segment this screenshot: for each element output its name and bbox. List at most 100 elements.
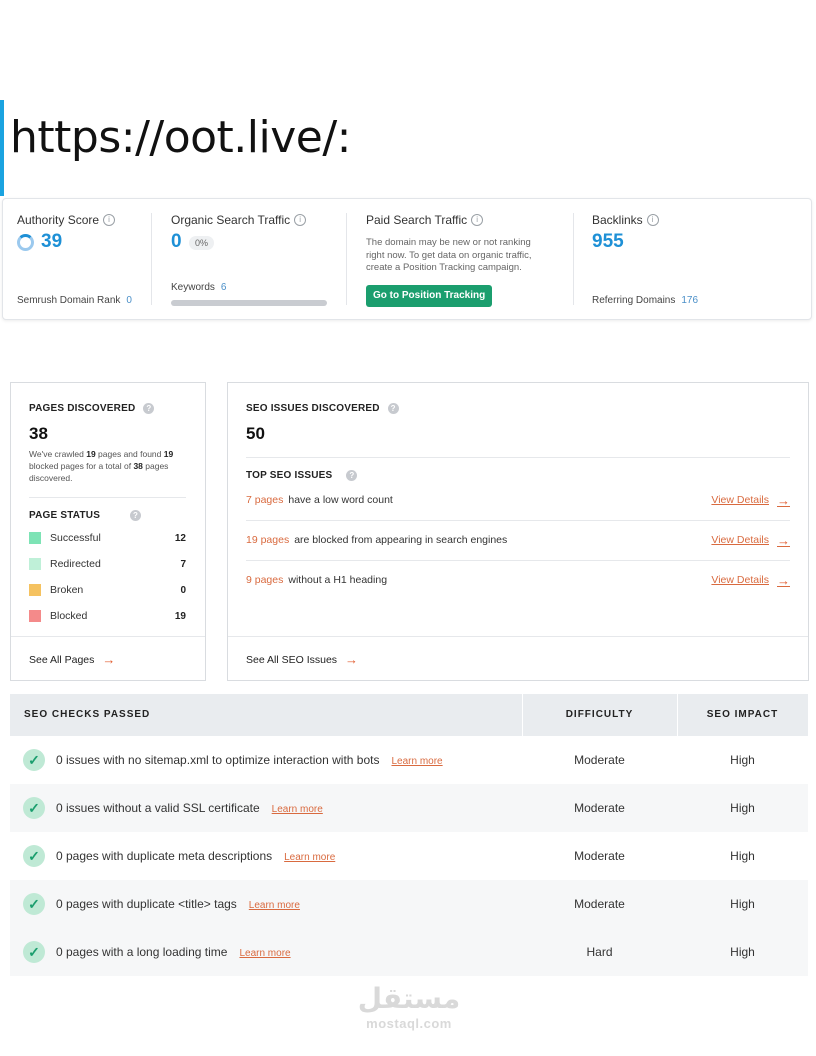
status-row-redirected[interactable]: Redirected 7 [29, 555, 186, 573]
impact-value: High [730, 753, 755, 767]
divider [346, 213, 347, 305]
info-icon[interactable]: i [646, 214, 659, 226]
see-all-seo-issues-link[interactable]: See All SEO Issues → [246, 652, 358, 667]
check-text: 0 issues without a valid SSL certificate… [56, 784, 323, 832]
view-details-link[interactable]: View Details → [711, 533, 790, 548]
seo-checks-table: SEO CHECKS PASSED DIFFICULTY SEO IMPACT … [10, 694, 808, 976]
arrow-right-icon: → [345, 652, 359, 667]
paid-traffic-title: Paid Search Traffic [366, 213, 468, 227]
pages-discovered-card: PAGES DISCOVERED ? 38 We've crawled 19 p… [10, 382, 206, 681]
referring-domains-value[interactable]: 176 [681, 295, 698, 306]
issue-description: are blocked from appearing in search eng… [294, 534, 508, 546]
backlinks-label: Backlinks i [592, 213, 659, 227]
column-header-checks: SEO CHECKS PASSED [24, 709, 151, 720]
pages-discovered-value: 38 [29, 424, 48, 443]
status-color-swatch [29, 532, 41, 544]
arrow-right-icon: → [102, 652, 116, 667]
learn-more-link[interactable]: Learn more [284, 852, 335, 863]
authority-score-ring-icon [17, 234, 34, 251]
info-icon[interactable]: i [294, 214, 307, 226]
keywords-value[interactable]: 6 [221, 282, 227, 293]
see-all-pages-label: See All Pages [29, 653, 95, 666]
status-count: 7 [180, 558, 186, 570]
view-details-link[interactable]: View Details → [711, 493, 790, 508]
difficulty-value: Moderate [574, 849, 625, 863]
referring-domains-label: Referring Domains [592, 295, 676, 306]
issue-description: have a low word count [288, 494, 393, 506]
status-row-successful[interactable]: Successful 12 [29, 529, 186, 547]
info-icon[interactable]: i [471, 214, 484, 226]
check-text: 0 issues with no sitemap.xml to optimize… [56, 736, 443, 784]
info-icon[interactable]: i [103, 214, 116, 226]
keywords-label: Keywords [171, 282, 215, 293]
issue-row: 19 pages are blocked from appearing in s… [246, 520, 790, 560]
issue-row: 9 pages without a H1 heading View Detail… [246, 560, 790, 600]
authority-score-value: 39 [41, 231, 63, 252]
watermark-arabic: مستقل [357, 982, 461, 1015]
watermark-latin: mostaql.com [366, 1016, 452, 1031]
issue-pages-link[interactable]: 9 pages [246, 574, 283, 586]
help-icon[interactable]: ? [143, 403, 155, 414]
divider [151, 213, 152, 305]
semrush-rank-value[interactable]: 0 [126, 295, 132, 306]
page-status-title: PAGE STATUS ? [29, 510, 142, 521]
authority-score-title: Authority Score [17, 213, 100, 227]
divider [228, 636, 808, 637]
learn-more-link[interactable]: Learn more [239, 948, 290, 959]
check-description: 0 pages with duplicate <title> tags [56, 897, 237, 911]
status-color-swatch [29, 610, 41, 622]
semrush-rank-label: Semrush Domain Rank [17, 295, 121, 306]
view-details-label: View Details [711, 494, 769, 506]
issue-pages-link[interactable]: 7 pages [246, 494, 283, 506]
paid-traffic-label: Paid Search Traffic i [366, 213, 484, 227]
impact-value: High [730, 849, 755, 863]
learn-more-link[interactable]: Learn more [272, 804, 323, 815]
authority-score-label: Authority Score i [17, 213, 116, 227]
help-icon[interactable]: ? [387, 403, 399, 414]
status-label: Broken [50, 584, 84, 596]
organic-traffic-change-badge: 0% [189, 236, 215, 250]
issue-description: without a H1 heading [288, 574, 388, 586]
table-row: ✓ 0 pages with duplicate meta descriptio… [10, 832, 808, 880]
organic-traffic-label: Organic Search Traffic i [171, 213, 307, 227]
learn-more-link[interactable]: Learn more [391, 756, 442, 767]
impact-value: High [730, 897, 755, 911]
see-all-seo-issues-label: See All SEO Issues [246, 653, 338, 666]
divider [573, 213, 574, 305]
impact-value: High [730, 801, 755, 815]
status-row-broken[interactable]: Broken 0 [29, 581, 186, 599]
see-all-pages-link[interactable]: See All Pages → [29, 652, 115, 667]
arrow-right-icon: → [777, 572, 790, 588]
backlinks-value[interactable]: 955 [592, 231, 624, 253]
view-details-link[interactable]: View Details → [711, 573, 790, 588]
table-row: ✓ 0 pages with a long loading time Learn … [10, 928, 808, 976]
heading-accent-bar [0, 100, 4, 196]
status-row-blocked[interactable]: Blocked 19 [29, 607, 186, 625]
organic-traffic-title: Organic Search Traffic [171, 213, 291, 227]
organic-traffic-value: 0 [171, 231, 182, 252]
check-icon: ✓ [23, 893, 45, 915]
seo-issues-card: SEO ISSUES DISCOVERED ? 50 TOP SEO ISSUE… [227, 382, 809, 681]
divider [29, 497, 186, 498]
status-label: Successful [50, 532, 101, 544]
difficulty-value: Hard [586, 945, 613, 959]
column-header-difficulty: DIFFICULTY [565, 709, 634, 720]
view-details-label: View Details [711, 574, 769, 586]
difficulty-value: Moderate [574, 897, 625, 911]
learn-more-link[interactable]: Learn more [249, 900, 300, 911]
help-icon[interactable]: ? [130, 510, 142, 521]
status-label: Blocked [50, 610, 88, 622]
pages-discovered-heading: PAGES DISCOVERED [29, 403, 136, 414]
pages-discovered-title: PAGES DISCOVERED ? [29, 403, 155, 414]
status-label: Redirected [50, 558, 101, 570]
issue-row: 7 pages have a low word count View Detai… [246, 480, 790, 520]
paid-traffic-note: The domain may be new or not ranking rig… [366, 237, 532, 273]
go-to-position-tracking-button[interactable]: Go to Position Tracking [366, 285, 493, 307]
backlinks-title: Backlinks [592, 213, 643, 227]
keywords: Keywords 6 [171, 282, 226, 293]
keywords-progress-bar [171, 300, 327, 306]
status-count: 0 [180, 584, 186, 596]
seo-issues-heading: SEO ISSUES DISCOVERED [246, 403, 380, 414]
check-text: 0 pages with a long loading time Learn mo… [56, 928, 291, 976]
issue-pages-link[interactable]: 19 pages [246, 534, 289, 546]
